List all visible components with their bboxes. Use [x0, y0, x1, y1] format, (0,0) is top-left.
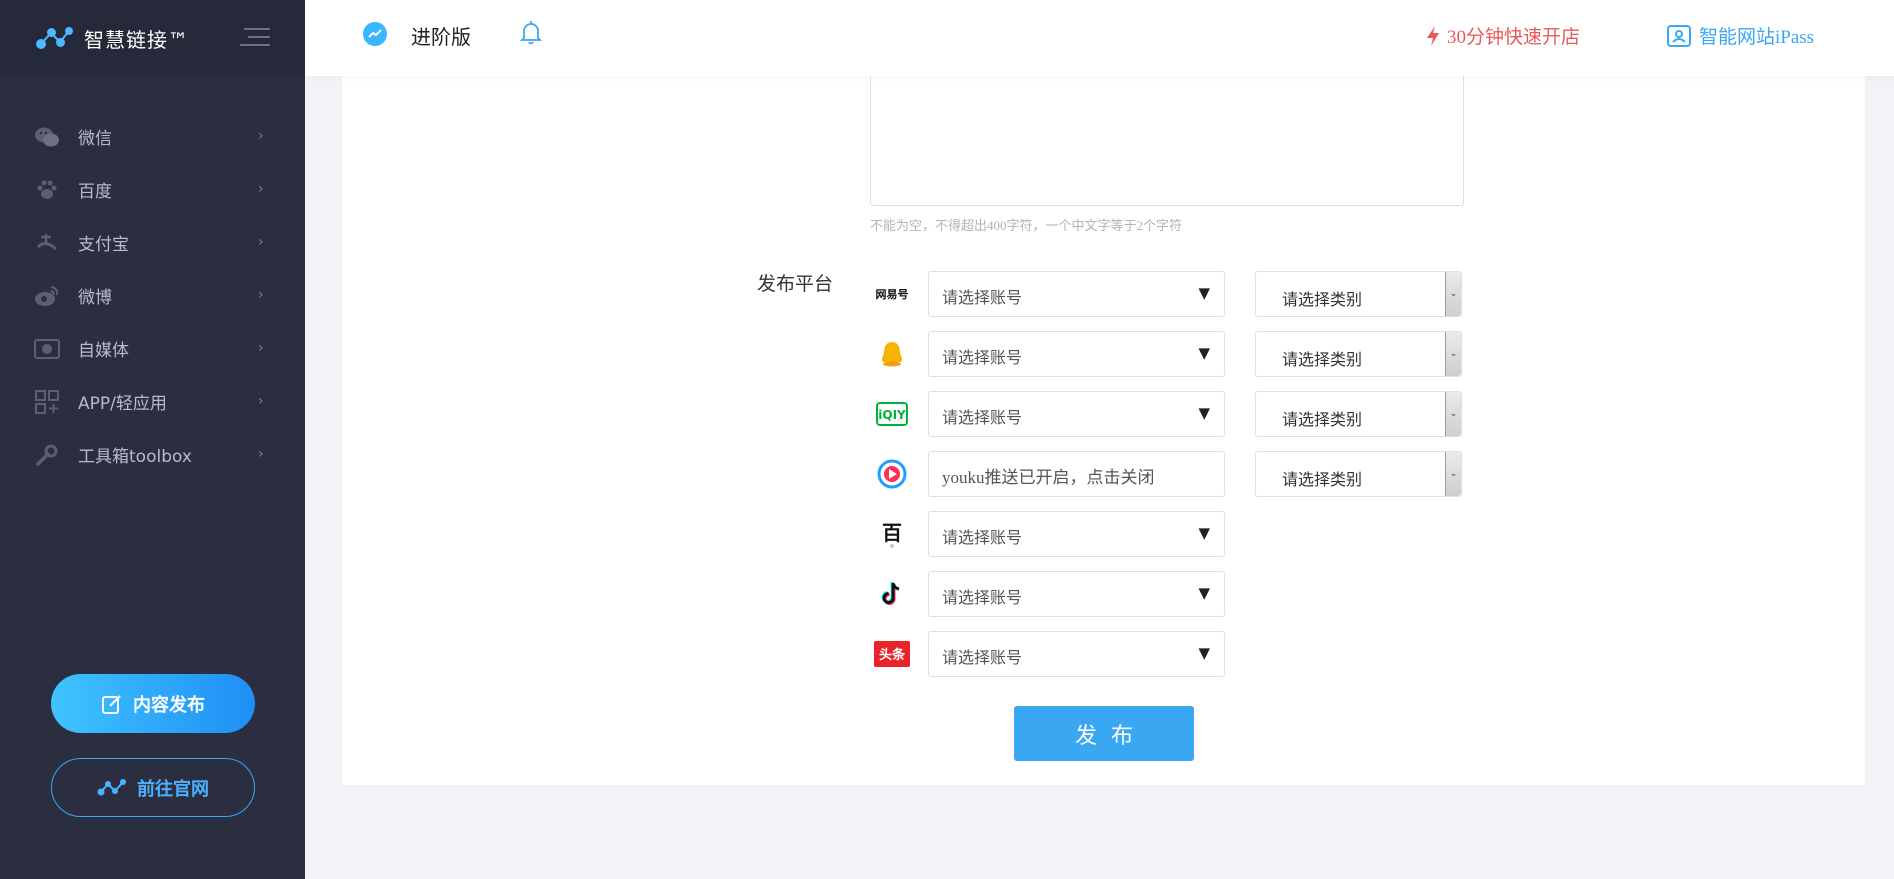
- toutiao-icon: 头条: [870, 638, 914, 670]
- caret-down-icon: ▼: [1198, 344, 1210, 362]
- caret-down-icon: ▼: [1198, 524, 1210, 542]
- sidebar: 智慧链接™ 微信 › 百度 › 支付宝 › 微博 › 自媒体 › APP/轻应用…: [0, 0, 305, 879]
- account-select-value: 请选择账号: [942, 348, 1023, 367]
- lightning-icon: [1425, 25, 1441, 47]
- chevron-right-icon: ›: [258, 393, 264, 409]
- account-select[interactable]: 请选择账号 ▼: [928, 331, 1225, 377]
- sidebar-item-label: 支付宝: [78, 235, 129, 255]
- chevron-right-icon: ›: [258, 340, 264, 356]
- sidebar-item-label: 自媒体: [78, 341, 129, 361]
- svg-text:头条: 头条: [879, 647, 906, 663]
- wechat-icon: [34, 124, 60, 150]
- summary-textarea[interactable]: [870, 60, 1464, 206]
- account-select[interactable]: 请选择账号 ▼: [928, 391, 1225, 437]
- quick-open-link[interactable]: 30分钟快速开店: [1425, 22, 1580, 49]
- caret-down-icon: ▼: [1198, 284, 1210, 302]
- logo-text: 智慧链接™: [84, 27, 189, 52]
- version-label: 进阶版: [411, 25, 471, 49]
- summary-hint: 不能为空，不得超出400字符，一个中文字等于2个字符: [870, 218, 1183, 233]
- youku-icon: [870, 458, 914, 490]
- category-select[interactable]: 请选择类别 ⌄: [1255, 331, 1462, 377]
- sidebar-item-label: 百度: [78, 182, 112, 202]
- sidebar-item-wechat[interactable]: 微信 ›: [0, 110, 305, 163]
- chevron-right-icon: ›: [258, 287, 264, 303]
- category-select-value: 请选择类别: [1282, 290, 1363, 309]
- category-select[interactable]: 请选择类别 ⌄: [1255, 391, 1462, 437]
- baijiahao-icon: 百: [870, 518, 914, 550]
- sidebar-item-media[interactable]: 自媒体 ›: [0, 322, 305, 375]
- top-bar: 进阶版 30分钟快速开店 智能网站iPass: [305, 0, 1894, 76]
- sidebar-nav: 微信 › 百度 › 支付宝 › 微博 › 自媒体 › APP/轻应用 › 工具箱…: [0, 110, 305, 481]
- select-spinner-icon: ⌄: [1445, 272, 1461, 316]
- sidebar-item-label: APP/轻应用: [78, 394, 167, 414]
- douyin-icon: [870, 578, 914, 610]
- quick-open-label: 30分钟快速开店: [1447, 27, 1581, 48]
- svg-text:百: 百: [882, 521, 902, 545]
- ipass-link[interactable]: 智能网站iPass: [1667, 22, 1814, 49]
- youku-push-toggle[interactable]: youku推送已开启，点击关闭: [928, 451, 1225, 497]
- iqiyi-icon: iQIY: [870, 398, 914, 430]
- account-select[interactable]: 请选择账号 ▼: [928, 631, 1225, 677]
- logo-icon: [34, 25, 74, 51]
- bell-icon[interactable]: [519, 20, 543, 50]
- select-spinner-icon: ⌄: [1445, 452, 1461, 496]
- logo-bar: 智慧链接™: [0, 0, 305, 76]
- sidebar-item-label: 微博: [78, 288, 112, 308]
- publish-content-label: 内容发布: [133, 694, 205, 716]
- select-spinner-icon: ⌄: [1445, 332, 1461, 376]
- sidebar-item-baidu[interactable]: 百度 ›: [0, 163, 305, 216]
- caret-down-icon: ▼: [1198, 584, 1210, 602]
- account-select[interactable]: 请选择账号 ▼: [928, 511, 1225, 557]
- logo-dots-icon: [97, 778, 127, 798]
- apps-grid-icon: [34, 389, 60, 415]
- paw-icon: [34, 177, 60, 203]
- sidebar-item-apps[interactable]: APP/轻应用 ›: [0, 375, 305, 428]
- category-select-value: 请选择类别: [1282, 470, 1363, 489]
- sidebar-item-toolbox[interactable]: 工具箱toolbox ›: [0, 428, 305, 481]
- qq-penguin-icon: [870, 338, 914, 370]
- select-spinner-icon: ⌄: [1445, 392, 1461, 436]
- chevron-right-icon: ›: [258, 181, 264, 197]
- wrench-icon: [34, 442, 60, 468]
- category-select[interactable]: 请选择类别 ⌄: [1255, 451, 1462, 497]
- category-select-value: 请选择类别: [1282, 410, 1363, 429]
- youku-push-status: youku推送已开启，点击关闭: [942, 468, 1155, 487]
- netease-icon: 网易号: [870, 278, 914, 310]
- caret-down-icon: ▼: [1198, 404, 1210, 422]
- publish-content-button[interactable]: 内容发布: [51, 674, 255, 733]
- svg-text:网易号: 网易号: [876, 288, 909, 301]
- site-builder-icon: [1667, 24, 1691, 47]
- platform-label: 发布平台: [757, 273, 834, 295]
- visit-site-button[interactable]: 前往官网: [51, 758, 255, 817]
- account-select-value: 请选择账号: [942, 648, 1023, 667]
- ipass-label: 智能网站iPass: [1699, 27, 1815, 48]
- edit-icon: [101, 693, 123, 715]
- caret-down-icon: ▼: [1198, 644, 1210, 662]
- category-select[interactable]: 请选择类别 ⌄: [1255, 271, 1462, 317]
- sidebar-item-weibo[interactable]: 微博 ›: [0, 269, 305, 322]
- account-select[interactable]: 请选择账号 ▼: [928, 571, 1225, 617]
- account-select-value: 请选择账号: [942, 528, 1023, 547]
- account-select-value: 请选择账号: [942, 288, 1023, 307]
- category-select-value: 请选择类别: [1282, 350, 1363, 369]
- menu-toggle-icon[interactable]: [236, 26, 270, 48]
- chevron-right-icon: ›: [258, 446, 264, 462]
- account-select-value: 请选择账号: [942, 588, 1023, 607]
- trend-icon: [363, 22, 387, 46]
- visit-site-label: 前往官网: [137, 778, 209, 800]
- sidebar-item-label: 微信: [78, 129, 112, 149]
- chevron-right-icon: ›: [258, 234, 264, 250]
- sidebar-item-label: 工具箱toolbox: [78, 447, 192, 467]
- weibo-icon: [34, 283, 60, 309]
- alipay-icon: [34, 230, 60, 256]
- sidebar-item-alipay[interactable]: 支付宝 ›: [0, 216, 305, 269]
- content-card: 不能为空，不得超出400字符，一个中文字等于2个字符 发布平台 网易号 请选择账…: [342, 60, 1865, 785]
- submit-publish-button[interactable]: 发布: [1014, 706, 1194, 761]
- chevron-right-icon: ›: [258, 128, 264, 144]
- media-icon: [34, 336, 60, 362]
- svg-text:iQIY: iQIY: [878, 408, 906, 422]
- account-select-value: 请选择账号: [942, 408, 1023, 427]
- account-select[interactable]: 请选择账号 ▼: [928, 271, 1225, 317]
